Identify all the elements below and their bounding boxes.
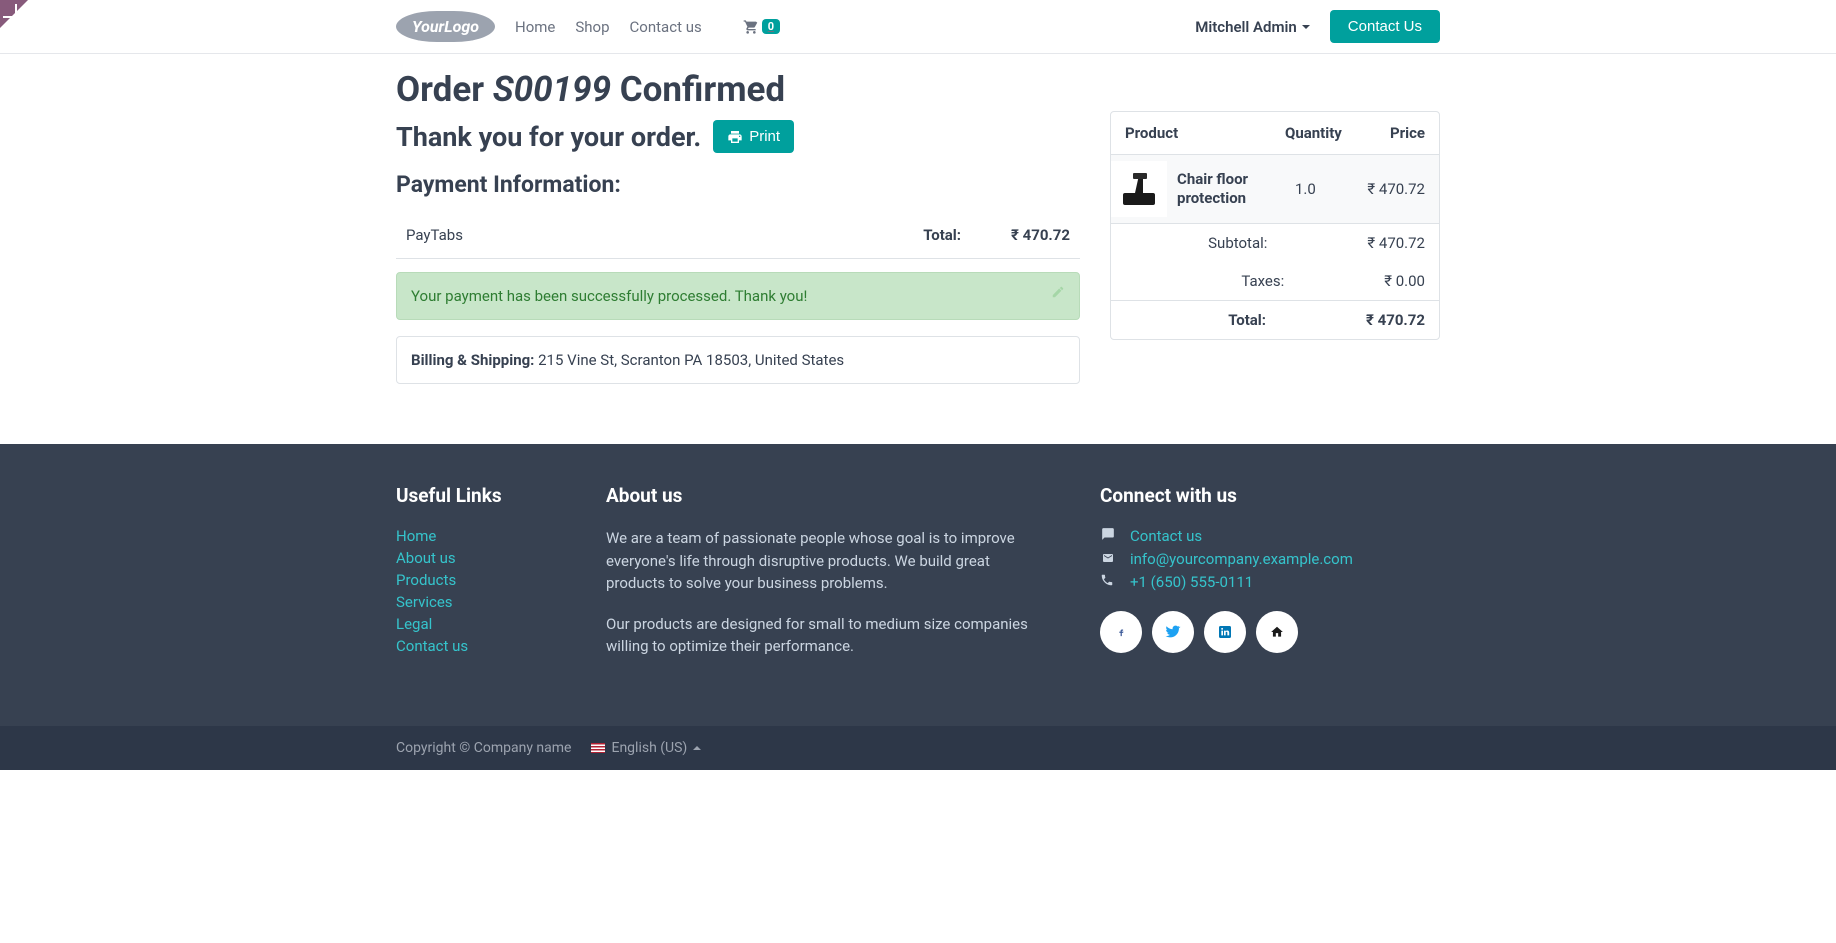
footer-link-products[interactable]: Products: [396, 571, 456, 589]
billing-label: Billing & Shipping:: [411, 351, 534, 369]
print-button[interactable]: Print: [713, 120, 794, 153]
main-navbar: YourLogo Home Shop Contact us 0 Mitchell…: [0, 0, 1836, 54]
title-suffix: Confirmed: [611, 69, 785, 110]
print-icon: [727, 129, 743, 145]
thank-you-heading: Thank you for your order.: [396, 121, 701, 153]
footer-link-about[interactable]: About us: [396, 549, 456, 567]
facebook-icon: [1116, 623, 1126, 641]
payment-total-label: Total:: [923, 226, 961, 244]
useful-links-heading: Useful Links: [396, 484, 576, 507]
envelope-icon: [1100, 550, 1116, 568]
page-footer: Useful Links Home About us Products Serv…: [0, 444, 1836, 770]
product-image: [1111, 161, 1167, 217]
subtotal-value: ₹ 470.72: [1367, 234, 1425, 252]
user-name-label: Mitchell Admin: [1195, 18, 1297, 36]
site-logo[interactable]: YourLogo: [396, 11, 495, 42]
payment-row: PayTabs Total: ₹ 470.72: [396, 216, 1080, 259]
language-selector[interactable]: English (US): [591, 740, 701, 756]
footer-contact-link[interactable]: Contact us: [1130, 527, 1202, 545]
phone-icon: [1100, 573, 1116, 591]
taxes-label: Taxes:: [1125, 272, 1384, 290]
connect-heading: Connect with us: [1100, 484, 1440, 507]
about-pa//ragraph-2: Our products are designed for small to m…: [606, 613, 1036, 658]
edit-mode-corner-badge[interactable]: [0, 0, 28, 28]
about-us-heading: About us: [606, 484, 1036, 507]
language-label: English (US): [611, 740, 687, 756]
footer-email-link[interactable]: info@yourcompany.example.com: [1130, 550, 1353, 568]
product-quantity: 1.0: [1295, 180, 1355, 198]
page-title: Order S00199 Confirmed: [396, 69, 1080, 110]
linkedin-button[interactable]: [1204, 611, 1246, 653]
cart-icon: [742, 19, 760, 35]
order-number: S00199: [493, 69, 611, 110]
order-summary-panel: Product Quantity Price Chair floor prote…: [1110, 111, 1440, 340]
contact-us-button[interactable]: Contact Us: [1330, 10, 1440, 43]
edit-alert-button[interactable]: [1051, 285, 1065, 303]
chevron-down-icon: [1302, 25, 1310, 29]
footer-link-contact[interactable]: Contact us: [396, 637, 468, 655]
twitter-icon: [1164, 625, 1182, 640]
twitter-button[interactable]: [1152, 611, 1194, 653]
home-social-button[interactable]: [1256, 611, 1298, 653]
footer-link-home[interactable]: Home: [396, 527, 436, 545]
payment-success-alert: Your payment has been successfully proce…: [396, 272, 1080, 320]
product-price: ₹ 470.72: [1355, 180, 1425, 198]
summary-total-label: Total:: [1125, 311, 1366, 329]
payment-method-label: PayTabs: [406, 226, 463, 244]
taxes-value: ₹ 0.00: [1384, 272, 1425, 290]
nav-link-shop[interactable]: Shop: [575, 18, 609, 36]
summary-col-price: Price: [1355, 124, 1425, 142]
cart-button[interactable]: 0: [742, 19, 780, 35]
success-message: Your payment has been successfully proce…: [411, 287, 807, 305]
nav-link-contact[interactable]: Contact us: [630, 18, 702, 36]
cart-count-badge: 0: [762, 19, 780, 34]
nav-link-home[interactable]: Home: [515, 18, 555, 36]
summary-total-value: ₹ 470.72: [1366, 311, 1425, 329]
pencil-icon: [1051, 285, 1065, 299]
summary-col-quantity: Quantity: [1285, 124, 1355, 142]
title-prefix: Order: [396, 69, 493, 110]
product-name: Chair floor protection: [1177, 170, 1295, 209]
billing-shipping-card: Billing & Shipping: 215 Vine St, Scranto…: [396, 336, 1080, 384]
print-label: Print: [749, 128, 780, 145]
user-menu-dropdown[interactable]: Mitchell Admin: [1195, 18, 1310, 36]
billing-address: 215 Vine St, Scranton PA 18503, United S…: [534, 351, 844, 369]
footer-phone-link[interactable]: +1 (650) 555-0111: [1130, 573, 1253, 591]
flag-icon: [591, 743, 605, 753]
facebook-button[interactable]: [1100, 611, 1142, 653]
main-content: Order S00199 Confirmed Thank you for you…: [0, 54, 1836, 444]
summary-line-item: Chair floor protection 1.0 ₹ 470.72: [1111, 155, 1439, 224]
summary-col-product: Product: [1125, 124, 1285, 142]
payment-info-heading: Payment Information:: [396, 171, 1080, 198]
footer-link-legal[interactable]: Legal: [396, 615, 432, 633]
about-paragraph-1: We are a team of passionate people whose…: [606, 527, 1036, 595]
chevron-up-icon: [693, 746, 701, 750]
footer-link-services[interactable]: Services: [396, 593, 453, 611]
linkedin-icon: [1217, 624, 1233, 640]
subtotal-label: Subtotal:: [1125, 234, 1367, 252]
home-icon: [1269, 625, 1285, 639]
copyright-text: Copyright © Company name: [396, 740, 571, 756]
payment-total-value: ₹ 470.72: [1011, 226, 1070, 244]
comment-icon: [1100, 527, 1116, 545]
